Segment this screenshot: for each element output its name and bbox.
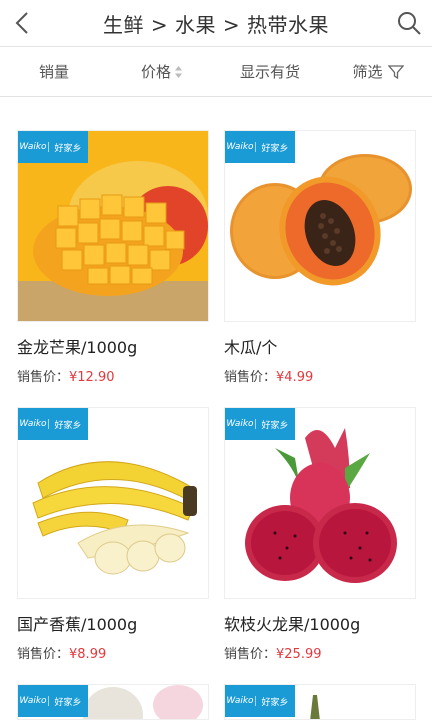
product-image-dragon-fruit[interactable]: Waiko 好家乡 [224, 407, 416, 599]
price-label: 销售价： [224, 370, 277, 385]
brand-logo-haojiaxiang: 好家乡 [54, 420, 82, 431]
product-card[interactable]: Waiko 好家乡 国产香蕉/1000g 销售价：¥8.99 [17, 407, 209, 662]
product-image-partial[interactable]: Waiko 好家乡 [17, 684, 209, 720]
filter-funnel-icon [387, 64, 404, 79]
product-image-papaya[interactable]: Waiko 好家乡 [224, 130, 416, 322]
price-label: 销售价： [17, 370, 70, 385]
product-name[interactable]: 国产香蕉/1000g [17, 611, 209, 635]
sort-sales-label: 销量 [38, 63, 69, 81]
price-label: 销售价： [224, 647, 277, 662]
product-card-partial[interactable]: Waiko 好家乡 [17, 684, 209, 720]
price-value: ¥12.90 [69, 370, 115, 385]
product-card[interactable]: Waiko 好家乡 软枝火龙果/1000g 销售价：¥25.99 [224, 407, 416, 662]
price-label: 销售价： [17, 647, 70, 662]
sort-price[interactable]: 价格 [108, 61, 216, 82]
product-card-partial[interactable]: Waiko 好家乡 [224, 684, 416, 720]
brand-logo-waiko: Waiko [225, 419, 256, 429]
filter-button[interactable]: 筛选 [324, 61, 432, 82]
product-name[interactable]: 木瓜/个 [224, 334, 416, 358]
brand-logo-waiko: Waiko [18, 419, 49, 429]
search-icon[interactable] [394, 8, 424, 38]
product-image-partial[interactable]: Waiko 好家乡 [224, 684, 416, 720]
product-name[interactable]: 金龙芒果/1000g [17, 334, 209, 358]
sort-filter-bar: 销量 价格 显示有货 筛选 [0, 47, 432, 97]
brand-logo-haojiaxiang: 好家乡 [261, 420, 289, 431]
brand-logo-haojiaxiang: 好家乡 [261, 143, 289, 154]
brand-logo-waiko: Waiko [18, 142, 49, 152]
brand-badge: Waiko 好家乡 [225, 131, 295, 163]
sort-sales[interactable]: 销量 [0, 61, 108, 82]
in-stock-toggle[interactable]: 显示有货 [216, 61, 324, 82]
brand-logo-waiko: Waiko [18, 696, 49, 706]
product-card[interactable]: Waiko 好家乡 金龙芒果/1000g 销售价：¥12.90 [17, 130, 209, 385]
price-value: ¥4.99 [276, 370, 314, 385]
brand-logo-waiko: Waiko [225, 142, 256, 152]
brand-logo-haojiaxiang: 好家乡 [54, 697, 82, 708]
brand-logo-haojiaxiang: 好家乡 [54, 143, 82, 154]
brand-badge: Waiko 好家乡 [225, 408, 295, 440]
sort-price-label: 价格 [140, 63, 171, 81]
product-price-row: 销售价：¥8.99 [17, 643, 209, 662]
product-name[interactable]: 软枝火龙果/1000g [224, 611, 416, 635]
brand-badge: Waiko 好家乡 [225, 685, 295, 717]
product-image-banana[interactable]: Waiko 好家乡 [17, 407, 209, 599]
product-image-mango[interactable]: Waiko 好家乡 [17, 130, 209, 322]
brand-logo-haojiaxiang: 好家乡 [261, 697, 289, 708]
product-card[interactable]: Waiko 好家乡 木瓜/个 销售价：¥4.99 [224, 130, 416, 385]
product-price-row: 销售价：¥12.90 [17, 366, 209, 385]
breadcrumb-title: 生鲜 > 水果 > 热带水果 [103, 12, 329, 37]
brand-logo-waiko: Waiko [225, 696, 256, 706]
price-value: ¥8.99 [69, 647, 107, 662]
brand-badge: Waiko 好家乡 [18, 685, 88, 717]
product-price-row: 销售价：¥4.99 [224, 366, 416, 385]
price-value: ¥25.99 [276, 647, 322, 662]
sort-arrows-icon [175, 65, 182, 78]
filter-label: 筛选 [352, 63, 383, 81]
in-stock-label: 显示有货 [239, 63, 300, 81]
brand-badge: Waiko 好家乡 [18, 131, 88, 163]
top-bar: 生鲜 > 水果 > 热带水果 [0, 0, 432, 47]
product-price-row: 销售价：¥25.99 [224, 643, 416, 662]
brand-badge: Waiko 好家乡 [18, 408, 88, 440]
product-grid: Waiko 好家乡 金龙芒果/1000g 销售价：¥12.90 Waiko 好家… [0, 97, 432, 720]
back-arrow-icon[interactable] [8, 8, 38, 38]
